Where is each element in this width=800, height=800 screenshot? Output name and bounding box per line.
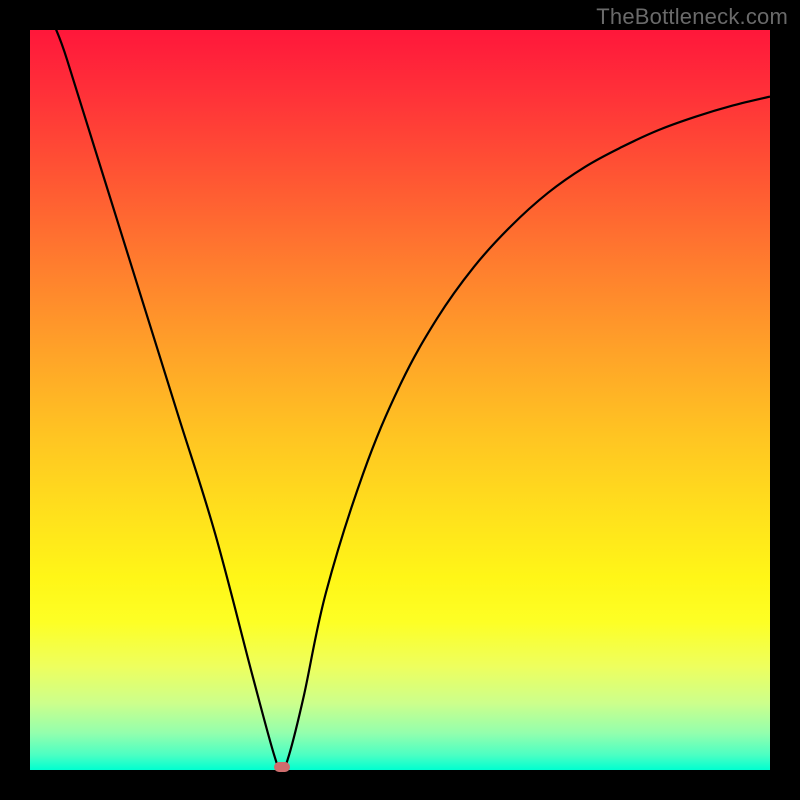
plot-area (30, 30, 770, 770)
curve-svg (30, 30, 770, 770)
minimum-marker (274, 762, 290, 772)
watermark-text: TheBottleneck.com (596, 4, 788, 30)
bottleneck-curve (30, 30, 770, 770)
chart-frame: TheBottleneck.com (0, 0, 800, 800)
